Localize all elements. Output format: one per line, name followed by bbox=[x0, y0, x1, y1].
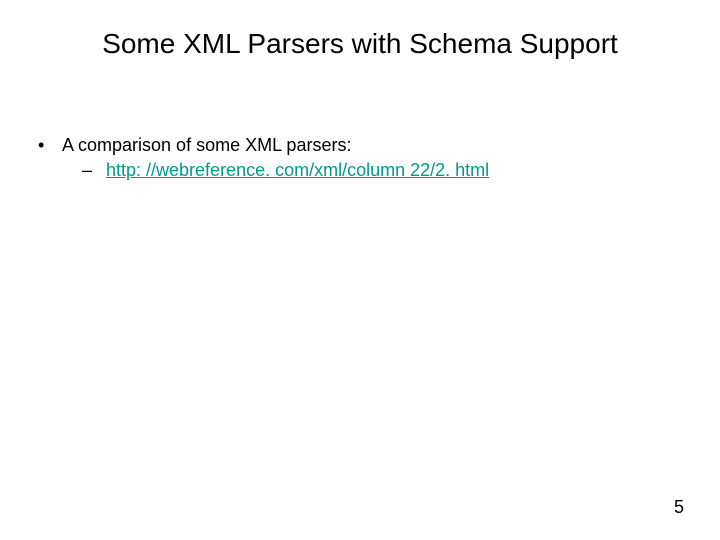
bullet-marker-l1: • bbox=[38, 135, 62, 156]
bullet-level-2: – http: //webreference. com/xml/column 2… bbox=[82, 160, 682, 181]
bullet-marker-l2: – bbox=[82, 160, 106, 181]
page-number: 5 bbox=[674, 497, 684, 518]
slide-title: Some XML Parsers with Schema Support bbox=[0, 28, 720, 60]
bullet-level-1: • A comparison of some XML parsers: bbox=[38, 135, 682, 156]
slide: Some XML Parsers with Schema Support • A… bbox=[0, 0, 720, 540]
bullet-l1-text: A comparison of some XML parsers: bbox=[62, 135, 351, 156]
reference-link[interactable]: http: //webreference. com/xml/column 22/… bbox=[106, 160, 489, 181]
slide-body: • A comparison of some XML parsers: – ht… bbox=[38, 135, 682, 181]
